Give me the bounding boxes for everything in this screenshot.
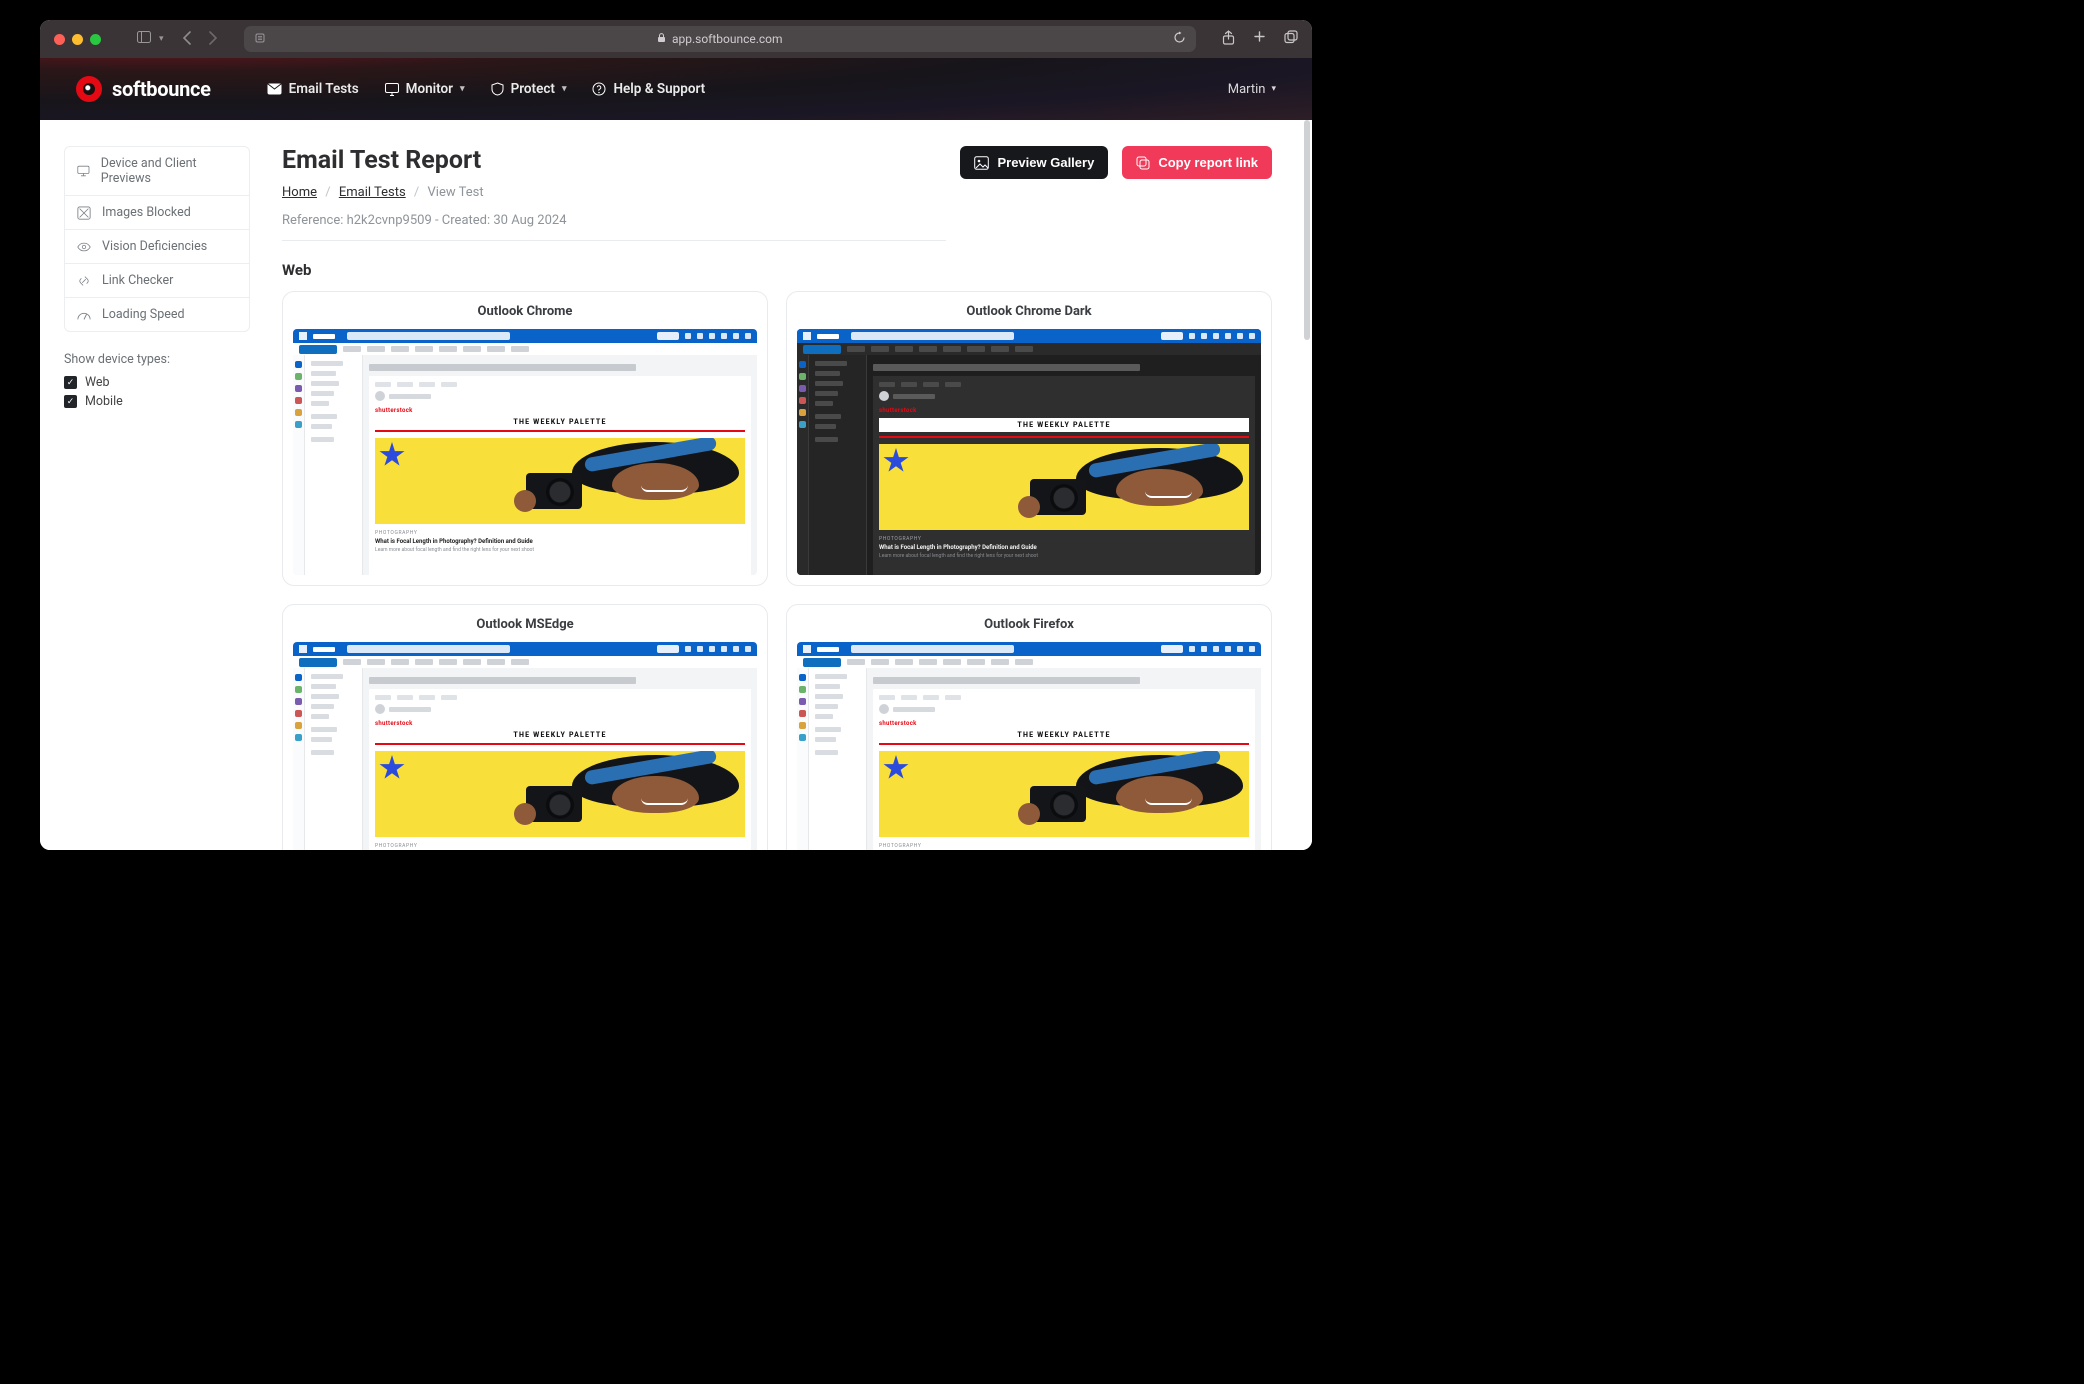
user-menu[interactable]: Martin ▾ [1228,82,1276,97]
help-icon [592,82,606,96]
maximize-window-button[interactable] [90,34,101,45]
preview-card-title: Outlook Chrome [283,292,767,329]
sidebar-item-label: Link Checker [102,273,173,288]
breadcrumb-email-tests[interactable]: Email Tests [339,185,406,200]
nav-label: Monitor [406,81,453,97]
preview-card[interactable]: Outlook Chrome Dark [786,291,1272,586]
shield-icon [491,82,504,96]
section-title-web: Web [282,261,1272,279]
copy-icon [1136,156,1150,170]
preview-gallery-button[interactable]: Preview Gallery [960,146,1108,179]
breadcrumb-home[interactable]: Home [282,185,317,200]
preview-card-title: Outlook MSEdge [283,605,767,642]
preview-card[interactable]: Outlook MSEdge [282,604,768,850]
sidebar-sections: Device and Client Previews Images Blocke… [64,146,250,332]
sidebar-item-link-checker[interactable]: Link Checker [65,264,249,298]
browser-window: ▾ app.softbounce.com [40,20,1312,850]
button-label: Copy report link [1158,155,1258,170]
tracking-shield-icon[interactable] [254,32,266,47]
user-name: Martin [1228,82,1266,97]
sidebar-item-previews[interactable]: Device and Client Previews [65,147,249,196]
share-icon[interactable] [1222,30,1235,49]
link-icon [77,274,91,288]
checkbox-label: Mobile [85,394,123,409]
nav-monitor[interactable]: Monitor ▾ [385,81,465,97]
nav-label: Help & Support [613,81,705,97]
device-type-filter: Show device types: ✓ Web ✓ Mobile [64,352,250,409]
nav-label: Email Tests [289,81,359,97]
sidebar-item-label: Loading Speed [102,307,185,322]
report-main: Email Test Report Home / Email Tests / V… [262,120,1312,850]
sidebar-item-label: Vision Deficiencies [102,239,207,254]
chevron-down-icon: ▾ [460,84,465,94]
browser-titlebar: ▾ app.softbounce.com [40,20,1312,58]
sidebar-toggle-icon[interactable] [137,31,151,47]
breadcrumb-current: View Test [428,185,484,200]
primary-nav: Email Tests Monitor ▾ Protect ▾ Help & S… [267,81,706,97]
logo-mark-icon [76,76,102,102]
back-button[interactable] [182,30,192,49]
checkbox-icon: ✓ [64,376,77,389]
forward-button[interactable] [208,30,218,49]
mail-icon [267,83,282,95]
monitor-icon [77,164,90,178]
nav-help[interactable]: Help & Support [592,81,705,97]
new-tab-icon[interactable] [1253,30,1266,49]
checkbox-web[interactable]: ✓ Web [64,375,250,390]
scrollbar[interactable] [1304,120,1310,340]
nav-label: Protect [511,81,555,97]
page-title: Email Test Report [282,146,946,175]
breadcrumb: Home / Email Tests / View Test [282,185,946,200]
tabs-icon[interactable] [1284,30,1298,49]
sidebar-item-label: Device and Client Previews [101,156,237,186]
button-label: Preview Gallery [997,155,1094,170]
image-icon [974,156,989,170]
nav-email-tests[interactable]: Email Tests [267,81,359,97]
chevron-down-icon: ▾ [562,84,567,94]
checkbox-mobile[interactable]: ✓ Mobile [64,394,250,409]
chevron-down-icon[interactable]: ▾ [159,34,164,44]
nav-protect[interactable]: Protect ▾ [491,81,567,97]
report-meta: Reference: h2k2cvnp9509 - Created: 30 Au… [282,213,946,228]
content-area: Device and Client Previews Images Blocke… [40,120,1312,850]
sidebar-item-label: Images Blocked [102,205,191,220]
sidebar-item-vision[interactable]: Vision Deficiencies [65,230,249,264]
brand-logo[interactable]: softbounce [76,76,211,102]
divider [282,240,946,241]
filter-label: Show device types: [64,352,250,367]
preview-card-title: Outlook Firefox [787,605,1271,642]
window-controls [54,34,101,45]
gauge-icon [77,308,91,322]
checkbox-label: Web [85,375,110,390]
monitor-icon [385,83,399,96]
preview-card[interactable]: Outlook Chrome [282,291,768,586]
app-header: softbounce Email Tests Monitor ▾ Protect… [40,58,1312,120]
preview-grid: Outlook Chrome [282,291,1272,850]
lock-icon [657,32,666,46]
sidebar-item-images-blocked[interactable]: Images Blocked [65,196,249,230]
copy-report-link-button[interactable]: Copy report link [1122,146,1272,179]
brand-name: softbounce [112,77,211,101]
address-bar[interactable]: app.softbounce.com [244,26,1196,52]
reload-button[interactable] [1173,31,1186,48]
preview-card[interactable]: Outlook Firefox [786,604,1272,850]
minimize-window-button[interactable] [72,34,83,45]
preview-card-title: Outlook Chrome Dark [787,292,1271,329]
checkbox-icon: ✓ [64,395,77,408]
eye-icon [77,240,91,254]
url-host: app.softbounce.com [672,32,783,46]
image-blocked-icon [77,206,91,220]
chevron-down-icon: ▾ [1271,84,1276,94]
report-sidebar: Device and Client Previews Images Blocke… [40,120,262,850]
close-window-button[interactable] [54,34,65,45]
sidebar-item-speed[interactable]: Loading Speed [65,298,249,331]
